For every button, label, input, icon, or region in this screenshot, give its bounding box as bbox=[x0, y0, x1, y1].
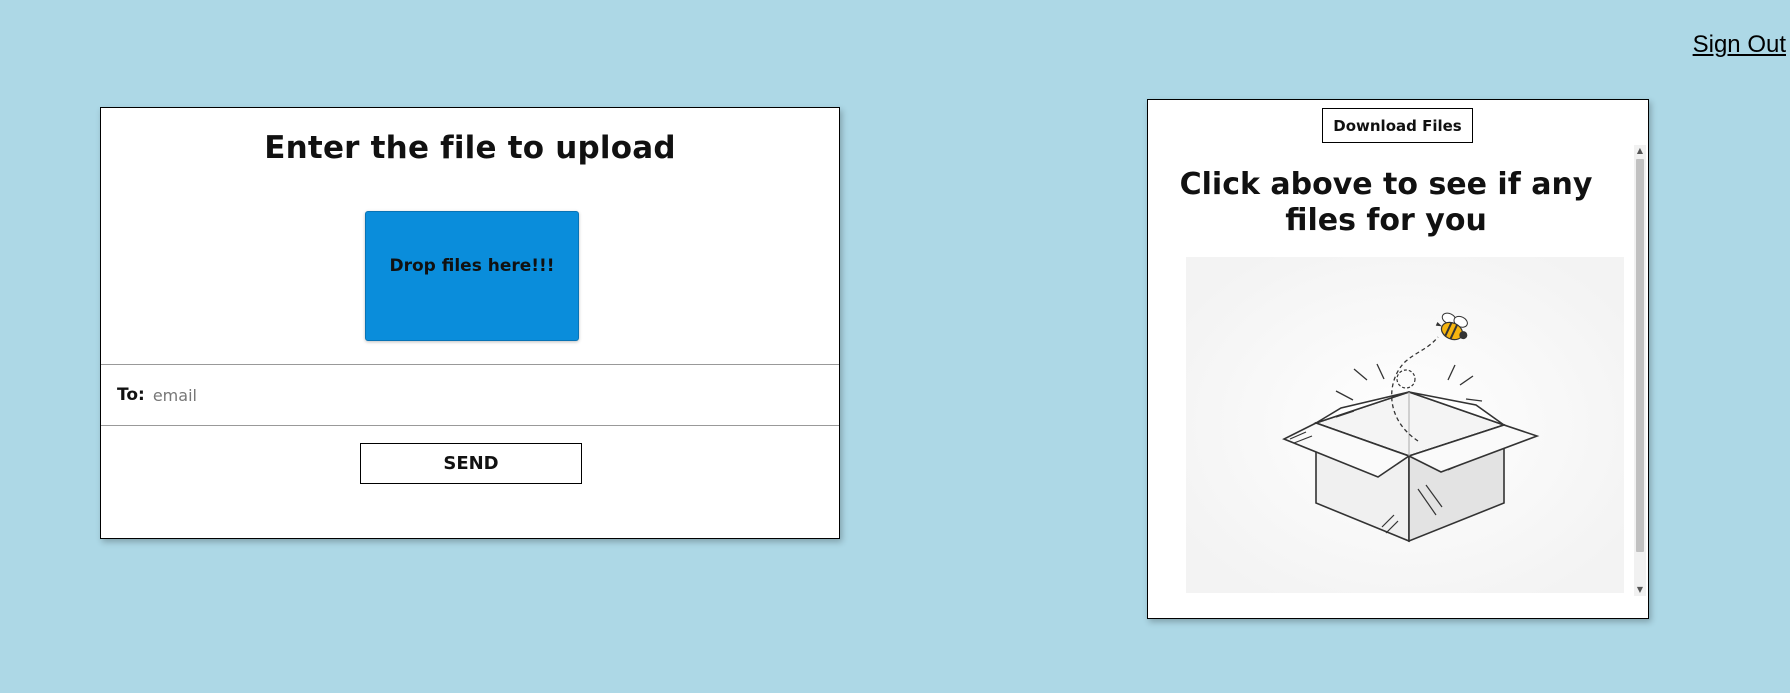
file-dropzone[interactable]: Drop files here!!! bbox=[365, 211, 579, 341]
upload-title: Enter the file to upload bbox=[264, 130, 676, 166]
download-files-button[interactable]: Download Files bbox=[1322, 108, 1473, 143]
email-field[interactable] bbox=[150, 384, 715, 406]
sign-out-link[interactable]: Sign Out bbox=[1693, 31, 1786, 59]
empty-box-icon bbox=[1186, 257, 1624, 593]
scroll-down-icon[interactable]: ▼ bbox=[1634, 584, 1646, 596]
dropzone-label: Drop files here!!! bbox=[389, 256, 555, 276]
recipient-row: To: bbox=[101, 364, 839, 426]
scroll-up-icon[interactable]: ▲ bbox=[1634, 145, 1646, 157]
download-message: Click above to see if any files for you bbox=[1179, 167, 1593, 238]
download-content[interactable]: Click above to see if any files for you bbox=[1148, 145, 1648, 596]
download-panel: Download Files Click above to see if any… bbox=[1147, 99, 1649, 619]
upload-panel: Enter the file to upload Drop files here… bbox=[100, 107, 840, 539]
to-label: To: bbox=[117, 385, 145, 405]
send-button[interactable]: SEND bbox=[360, 443, 582, 484]
scrollbar-thumb[interactable] bbox=[1636, 159, 1644, 552]
scrollbar[interactable]: ▲ ▼ bbox=[1634, 145, 1646, 596]
